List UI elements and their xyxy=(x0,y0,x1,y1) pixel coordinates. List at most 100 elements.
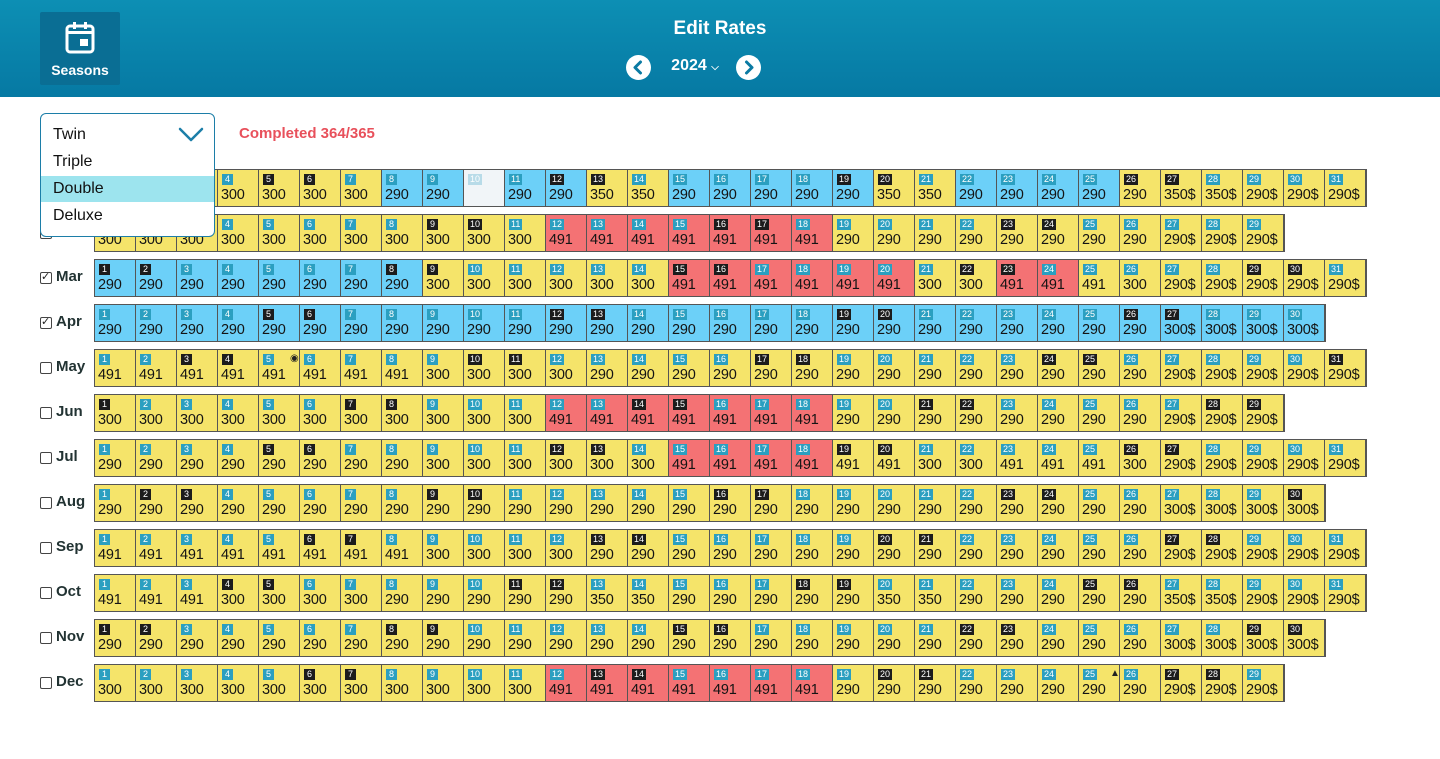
day-cell[interactable]: 31 290$ xyxy=(1325,170,1366,206)
day-cell[interactable]: 30 300$ xyxy=(1284,305,1325,341)
day-cell[interactable]: 26 290 xyxy=(1120,170,1161,206)
month-checkbox[interactable] xyxy=(40,315,52,329)
day-cell[interactable]: 17 491 xyxy=(751,440,792,476)
day-cell[interactable]: 9 300 xyxy=(423,215,464,251)
day-cell[interactable]: 11 300 xyxy=(505,215,546,251)
day-cell[interactable]: 18 290 xyxy=(792,620,833,656)
day-cell[interactable]: 6 290 xyxy=(300,260,341,296)
day-cell[interactable]: 12 491 xyxy=(546,665,587,701)
day-cell[interactable]: 2300 xyxy=(136,395,177,431)
day-cell[interactable]: 17 491 xyxy=(751,215,792,251)
day-cell[interactable]: 25 290 xyxy=(1079,305,1120,341)
day-cell[interactable]: 11 290 xyxy=(505,575,546,611)
day-cell[interactable]: 27 290$ xyxy=(1161,215,1202,251)
day-cell[interactable]: 23 290 xyxy=(997,665,1038,701)
day-cell[interactable]: 16 290 xyxy=(710,530,751,566)
day-cell[interactable]: 14 290 xyxy=(628,530,669,566)
day-cell[interactable]: 1300 xyxy=(95,665,136,701)
day-cell[interactable]: 30 290$ xyxy=(1284,170,1325,206)
day-cell[interactable]: 13 290 xyxy=(587,530,628,566)
day-cell[interactable]: 21 290 xyxy=(915,620,956,656)
day-cell[interactable]: 2300 xyxy=(136,665,177,701)
day-cell[interactable]: 22 290 xyxy=(956,170,997,206)
day-cell[interactable]: 29 290$ xyxy=(1243,530,1284,566)
day-cell[interactable]: 13 350 xyxy=(587,170,628,206)
day-cell[interactable]: 11 290 xyxy=(505,170,546,206)
month-checkbox[interactable] xyxy=(40,362,52,374)
day-cell[interactable]: 17 290 xyxy=(751,620,792,656)
day-cell[interactable]: 28 290$ xyxy=(1202,215,1243,251)
day-cell[interactable]: 26 290 xyxy=(1120,620,1161,656)
day-cell[interactable]: 12 300 xyxy=(546,350,587,386)
month-checkbox[interactable] xyxy=(40,677,52,689)
day-cell[interactable]: 10 300 xyxy=(464,350,505,386)
day-cell[interactable]: 10 290 xyxy=(464,305,505,341)
day-cell[interactable]: 14 350 xyxy=(628,170,669,206)
day-cell[interactable]: 23 491 xyxy=(997,260,1038,296)
day-cell[interactable]: 28 290$ xyxy=(1202,440,1243,476)
day-cell[interactable]: 4 491 xyxy=(218,530,259,566)
day-cell[interactable]: 31 290$ xyxy=(1325,575,1366,611)
day-cell[interactable]: 21 290 xyxy=(915,350,956,386)
day-cell[interactable]: 9 300 xyxy=(423,665,464,701)
day-cell[interactable]: 27 350$ xyxy=(1161,575,1202,611)
day-cell[interactable]: 26 290 xyxy=(1120,530,1161,566)
day-cell[interactable]: 4 300 xyxy=(218,575,259,611)
day-cell[interactable]: 18 290 xyxy=(792,575,833,611)
day-cell[interactable]: 18 290 xyxy=(792,350,833,386)
day-cell[interactable]: 3 290 xyxy=(177,620,218,656)
day-cell[interactable]: 7 290 xyxy=(341,305,382,341)
day-cell[interactable]: 8 290 xyxy=(382,260,423,296)
day-cell[interactable]: 10 300 xyxy=(464,530,505,566)
day-cell[interactable]: 13 290 xyxy=(587,485,628,521)
day-cell[interactable]: 9 290 xyxy=(423,485,464,521)
day-cell[interactable]: 22 290 xyxy=(956,305,997,341)
day-cell[interactable]: 23 290 xyxy=(997,530,1038,566)
day-cell[interactable]: 7 491 xyxy=(341,350,382,386)
day-cell[interactable]: 20 290 xyxy=(874,215,915,251)
day-cell[interactable]: 5 491 xyxy=(259,530,300,566)
day-cell[interactable]: 2 290 xyxy=(136,485,177,521)
day-cell[interactable]: 2 491 xyxy=(136,575,177,611)
day-cell[interactable]: 3 290 xyxy=(177,485,218,521)
next-year-button[interactable] xyxy=(736,55,761,80)
previous-year-button[interactable] xyxy=(626,55,651,80)
day-cell[interactable]: 19 290 xyxy=(833,395,874,431)
day-cell[interactable]: 17 290 xyxy=(751,305,792,341)
day-cell[interactable]: 20 290 xyxy=(874,350,915,386)
day-cell[interactable]: 10 300 xyxy=(464,665,505,701)
day-cell[interactable]: 10 290 xyxy=(464,485,505,521)
day-cell[interactable]: 15 491 xyxy=(669,665,710,701)
day-cell[interactable]: 16 290 xyxy=(710,350,751,386)
day-cell[interactable]: 29 300$ xyxy=(1243,620,1284,656)
day-cell[interactable]: 24 290 xyxy=(1038,665,1079,701)
day-cell[interactable]: 23 290 xyxy=(997,350,1038,386)
day-cell[interactable]: 30 300$ xyxy=(1284,485,1325,521)
day-cell[interactable]: 14 491 xyxy=(628,665,669,701)
month-checkbox[interactable] xyxy=(40,270,52,284)
day-cell[interactable]: 12 290 xyxy=(546,575,587,611)
day-cell[interactable]: 26 290 xyxy=(1120,575,1161,611)
day-cell[interactable]: 5 300 xyxy=(259,665,300,701)
day-cell[interactable]: 23 290 xyxy=(997,620,1038,656)
day-cell[interactable]: 14 491 xyxy=(628,395,669,431)
day-cell[interactable]: 24 290 xyxy=(1038,350,1079,386)
day-cell[interactable]: 8 300 xyxy=(382,395,423,431)
day-cell[interactable]: 10 290 xyxy=(464,575,505,611)
day-cell[interactable]: 11 300 xyxy=(505,665,546,701)
day-cell[interactable]: 28 300$ xyxy=(1202,620,1243,656)
day-cell[interactable]: 12 290 xyxy=(546,620,587,656)
day-cell[interactable]: 18 491 xyxy=(792,440,833,476)
day-cell[interactable]: 15 290 xyxy=(669,170,710,206)
day-cell[interactable]: 26 290 xyxy=(1120,350,1161,386)
day-cell[interactable]: 13 300 xyxy=(587,440,628,476)
day-cell[interactable]: 17 290 xyxy=(751,485,792,521)
day-cell[interactable]: 8 300 xyxy=(382,665,423,701)
day-cell[interactable]: 6 290 xyxy=(300,485,341,521)
day-cell[interactable]: 24 290 xyxy=(1038,575,1079,611)
day-cell[interactable]: 27 300$ xyxy=(1161,305,1202,341)
day-cell[interactable]: 14 300 xyxy=(628,260,669,296)
day-cell[interactable]: 19 290 xyxy=(833,170,874,206)
day-cell[interactable]: 27 290$ xyxy=(1161,530,1202,566)
year-select[interactable]: 2024 ⌵ xyxy=(664,57,726,75)
